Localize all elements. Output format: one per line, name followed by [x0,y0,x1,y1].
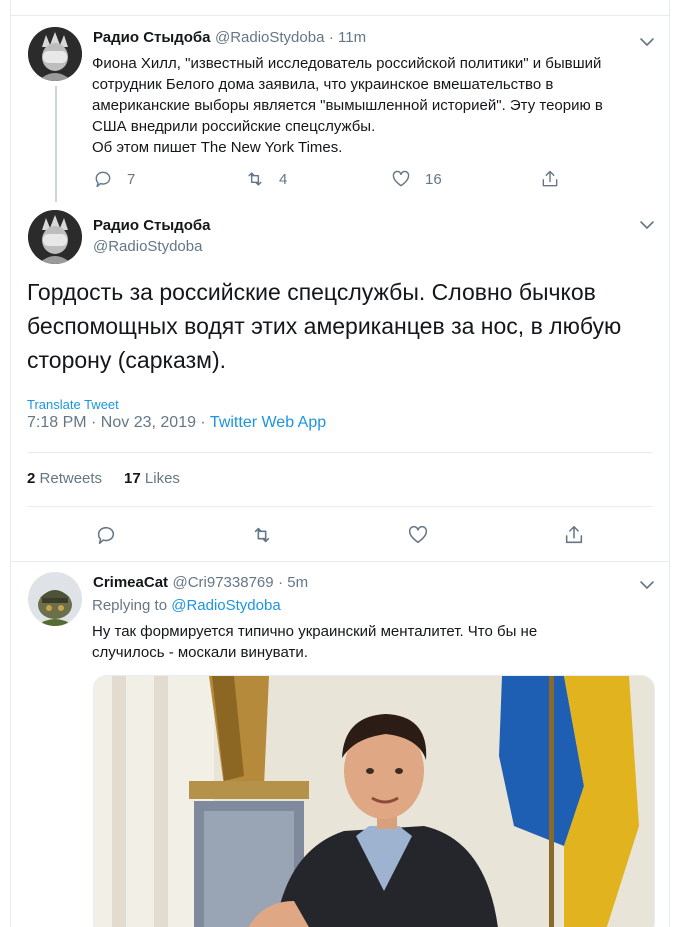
author-handle[interactable]: @RadioStydoba [93,238,202,255]
likes-stat[interactable]: 17 Likes [124,470,180,487]
attached-photo[interactable] [93,675,655,927]
reply-button[interactable]: 7 [93,169,135,189]
author-name[interactable]: CrimeaCat [93,574,168,591]
tweet-meta: 7:18 PM · Nov 23, 2019 · Twitter Web App [27,414,326,432]
tweet-text: Фиона Хилл, "известный исследователь рос… [92,55,603,156]
reply-count: 7 [127,170,136,188]
retweets-label: Retweets [39,470,103,487]
tweet-source-app[interactable]: Twitter Web App [210,414,326,431]
author-handle[interactable]: @RadioStydoba [215,29,324,46]
replying-to-label: Replying to [92,597,168,614]
reply-button[interactable] [95,524,117,546]
top-divider [11,15,669,16]
author-name[interactable]: Радио Стыдоба [93,217,211,234]
retweet-count: 4 [279,170,288,188]
tweet1-header: Радио Стыдоба @RadioStydoba · 11m [93,29,366,47]
heart-icon [392,170,410,187]
divider [27,506,653,507]
divider [27,452,653,453]
author-name[interactable]: Радио Стыдоба [93,29,211,46]
reply-icon [95,171,111,188]
like-button[interactable]: 16 [391,169,442,189]
like-total: 17 [124,470,141,487]
replying-to: Replying to @RadioStydoba [92,597,281,614]
share-button[interactable] [540,169,560,189]
avatar-image [28,572,82,626]
avatar-crimeacat[interactable] [28,572,82,626]
main-tweet-text: Гордость за российские спецслужбы. Словн… [27,279,622,373]
avatar-radiostydoba[interactable] [28,210,82,264]
retweet-icon [254,527,270,543]
tweet-time[interactable]: · 11m [329,29,366,46]
chevron-down-icon[interactable] [638,33,656,51]
reply-header: CrimeaCat @Cri97338769 · 5m [93,574,308,592]
retweets-stat[interactable]: 2 Retweets [27,470,102,487]
tweet-timestamp[interactable]: 7:18 PM · Nov 23, 2019 · [27,414,210,431]
retweet-button[interactable] [251,524,273,546]
thread-connector [55,86,57,202]
chevron-down-icon[interactable] [638,576,656,594]
like-button[interactable] [407,524,429,546]
replying-to-mention[interactable]: @RadioStydoba [171,597,280,614]
engagement-stats: 2 Retweets 17 Likes [27,470,180,487]
photo-image [94,676,654,927]
share-icon [565,525,583,544]
heart-icon [408,525,428,544]
like-count: 16 [425,170,442,188]
retweet-icon [248,172,262,186]
reply-icon [97,526,115,545]
retweet-button[interactable]: 4 [245,169,287,189]
tweet-time[interactable]: · 5m [278,574,308,591]
divider [11,561,669,562]
likes-label: Likes [144,470,180,487]
avatar-radiostydoba[interactable] [28,27,82,81]
reply-text: Ну так формируется типично украинский ме… [92,623,538,661]
share-icon [542,170,558,187]
chevron-down-icon[interactable] [638,216,656,234]
translate-tweet-link[interactable]: Translate Tweet [27,397,119,412]
retweet-total: 2 [27,470,36,487]
author-handle[interactable]: @Cri97338769 [172,574,273,591]
tweet-timeline: Радио Стыдоба @RadioStydoba · 11m Фиона … [10,0,670,927]
avatar-image [28,27,82,81]
share-button[interactable] [563,524,585,546]
avatar-image [28,210,82,264]
